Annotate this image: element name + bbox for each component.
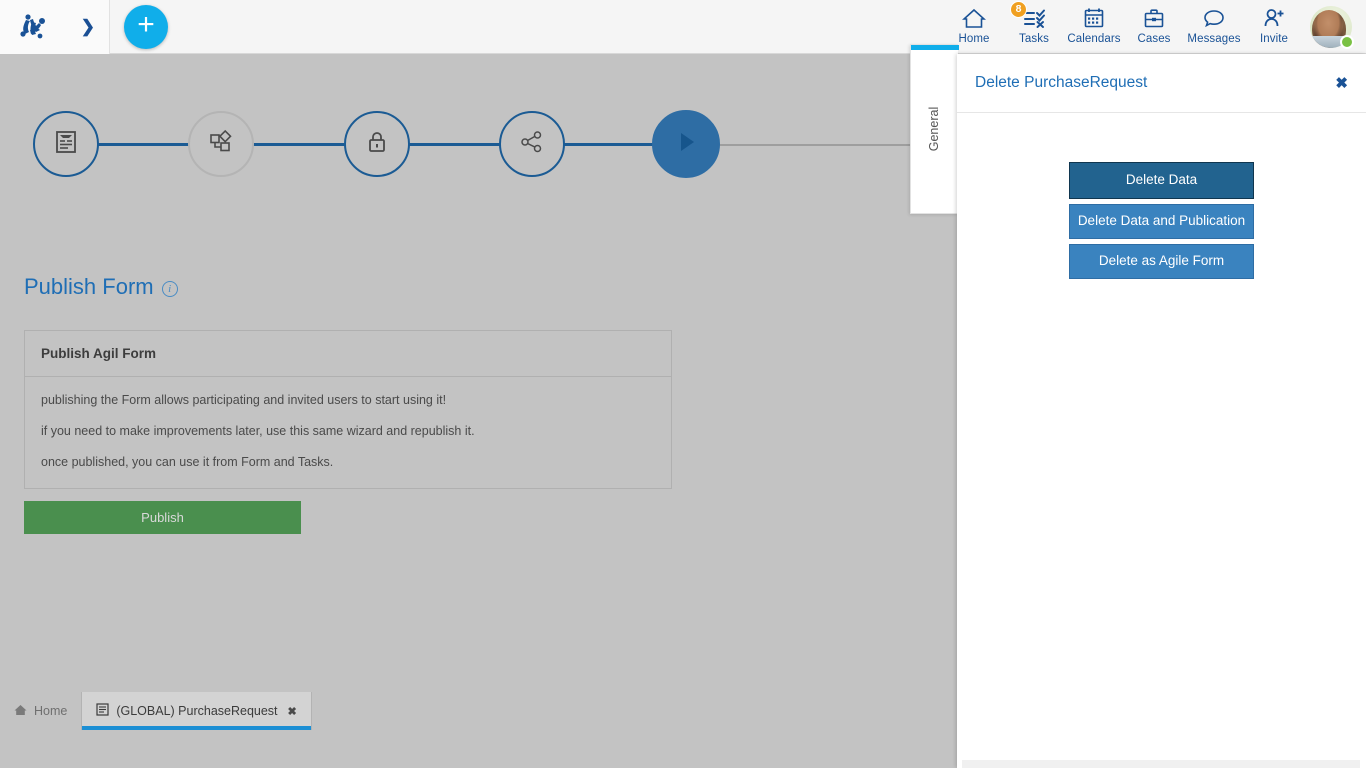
brand-logo-icon[interactable]	[16, 11, 50, 43]
taskbar-tab-purchaserequest-label: (GLOBAL) PurchaseRequest	[116, 704, 277, 718]
delete-panel-header: Delete PurchaseRequest ✖	[957, 54, 1366, 113]
tasks-badge: 8	[1010, 1, 1027, 18]
close-icon[interactable]: ✖	[1335, 74, 1348, 92]
person-add-icon	[1262, 5, 1286, 31]
home-icon	[962, 5, 986, 31]
taskbar-empty-area	[311, 692, 957, 730]
add-button-zone: +	[110, 5, 182, 49]
wizard-step-publish[interactable]	[652, 110, 720, 178]
top-nav-items: Home 8 Tasks	[944, 0, 1366, 54]
nav-label-cases: Cases	[1137, 33, 1170, 45]
lock-icon	[365, 128, 389, 161]
side-tab-general-label: General	[927, 107, 941, 151]
top-navigation-bar: ❯ + Home 8	[0, 0, 1366, 54]
delete-data-button[interactable]: Delete Data	[1069, 162, 1254, 199]
page-title-text: Publish Form	[24, 274, 154, 300]
add-new-button[interactable]: +	[124, 5, 168, 49]
info-circle-icon[interactable]: i	[162, 281, 178, 297]
briefcase-icon	[1143, 5, 1165, 31]
nav-item-messages[interactable]: Messages	[1184, 0, 1244, 54]
publish-card: Publish Agil Form publishing the Form al…	[24, 330, 672, 489]
delete-as-agile-form-button[interactable]: Delete as Agile Form	[1069, 244, 1254, 279]
wizard-step-share[interactable]	[499, 111, 565, 177]
workflow-shapes-icon	[207, 128, 235, 161]
delete-panel-title: Delete PurchaseRequest	[975, 74, 1147, 92]
wizard-step-permissions[interactable]	[344, 111, 410, 177]
nav-item-invite[interactable]: Invite	[1244, 0, 1304, 54]
taskbar-active-underline	[82, 726, 310, 730]
logo-zone: ❯	[0, 0, 110, 54]
speech-bubble-icon	[1202, 5, 1226, 31]
nav-label-home: Home	[958, 33, 989, 45]
form-clipboard-icon	[53, 128, 79, 161]
wizard-step-form[interactable]	[33, 111, 99, 177]
publish-card-line-2: if you need to make improvements later, …	[41, 424, 655, 439]
nav-label-calendars: Calendars	[1067, 33, 1120, 45]
app-window: ❯ + Home 8	[0, 0, 1366, 768]
document-icon	[96, 703, 109, 719]
publish-card-line-3: once published, you can use it from Form…	[41, 455, 655, 470]
publish-card-line-1: publishing the Form allows participating…	[41, 393, 655, 408]
delete-panel: Delete PurchaseRequest ✖ Delete Data Del…	[957, 54, 1366, 768]
nav-item-cases[interactable]: Cases	[1124, 0, 1184, 54]
nav-label-messages: Messages	[1187, 33, 1240, 45]
publish-button[interactable]: Publish	[24, 501, 301, 534]
delete-panel-body: Delete Data Delete Data and Publication …	[957, 113, 1366, 279]
status-online-dot	[1340, 35, 1354, 49]
publish-card-header: Publish Agil Form	[25, 331, 671, 377]
wizard-steps	[0, 99, 960, 189]
plus-icon: +	[137, 10, 155, 40]
wizard-step-workflow[interactable]	[188, 111, 254, 177]
side-tab-general[interactable]: General	[910, 44, 958, 214]
sidebar-expand-chevron-icon[interactable]: ❯	[81, 18, 95, 35]
home-icon	[14, 704, 27, 719]
share-nodes-icon	[518, 128, 546, 161]
nav-label-tasks: Tasks	[1019, 33, 1049, 45]
nav-item-calendars[interactable]: Calendars	[1064, 0, 1124, 54]
taskbar-tab-purchaserequest[interactable]: (GLOBAL) PurchaseRequest ✖	[82, 692, 310, 730]
delete-data-and-publication-button[interactable]: Delete Data and Publication	[1069, 204, 1254, 239]
publish-card-body: publishing the Form allows participating…	[25, 377, 671, 488]
side-tab-accent-bar	[911, 45, 959, 50]
play-icon	[672, 127, 700, 162]
panel-horizontal-scrollbar-track[interactable]	[962, 760, 1360, 768]
taskbar-tab-home[interactable]: Home	[0, 692, 82, 730]
nav-label-invite: Invite	[1260, 33, 1288, 45]
taskbar-tab-close-icon[interactable]: ✖	[288, 705, 297, 718]
taskbar-tab-home-label: Home	[34, 704, 67, 718]
avatar[interactable]	[1304, 0, 1358, 54]
calendar-icon	[1083, 5, 1105, 31]
nav-item-tasks[interactable]: 8 Tasks	[1004, 0, 1064, 54]
page-title: Publish Form i	[24, 274, 178, 300]
bottom-taskbar: Home (GLOBAL) PurchaseRequest ✖	[0, 692, 957, 730]
